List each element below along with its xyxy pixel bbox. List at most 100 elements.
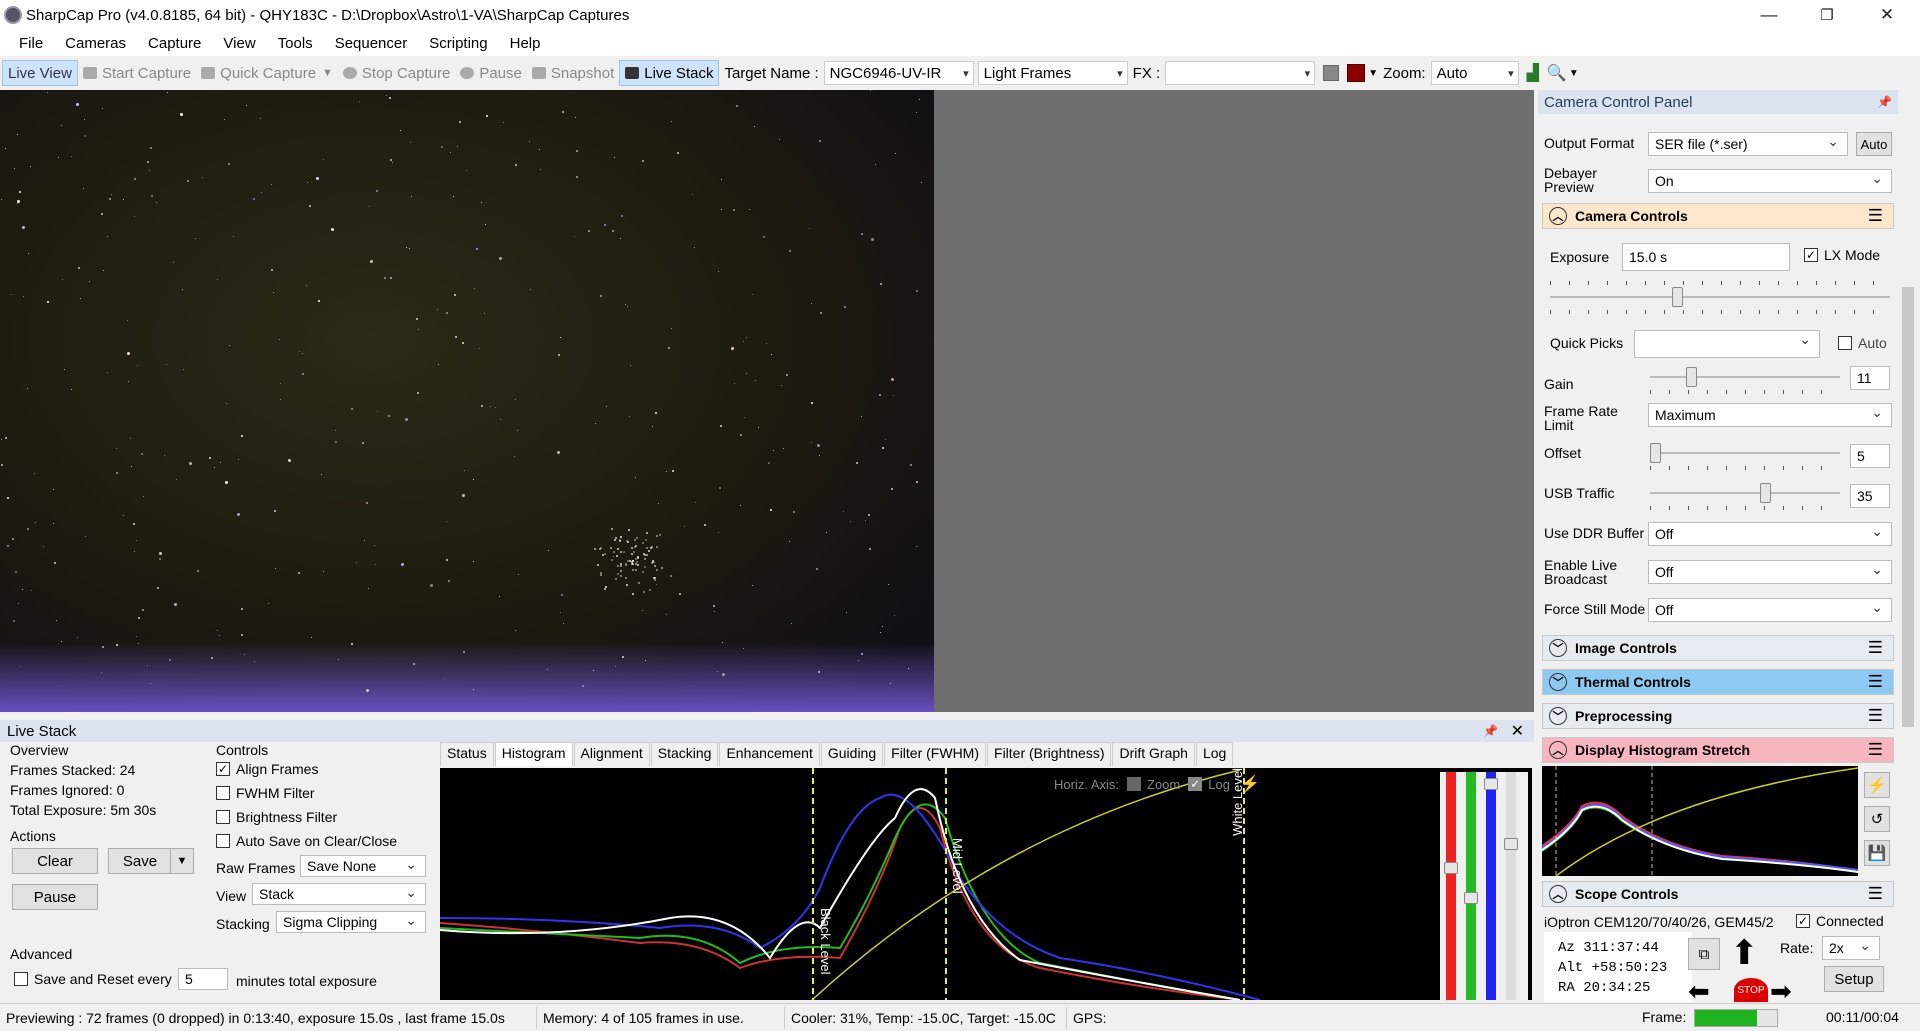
ddr-buffer-select[interactable]: Off [1648,522,1892,546]
live-broadcast-select[interactable]: Off [1648,560,1892,584]
magnifier-icon[interactable]: 🔍 [1547,63,1567,83]
chevron-down-icon[interactable]: ▼ [1368,68,1378,79]
pin-icon[interactable]: 📌 [1483,724,1498,738]
preprocessing-header[interactable]: ﹀ Preprocessing ☰ [1542,703,1894,729]
live-stack-button[interactable]: Live Stack [619,60,720,86]
scope-controls-header[interactable]: ︿ Scope Controls ☰ [1542,881,1894,907]
connected-checkbox[interactable]: ✓ [1796,914,1810,928]
grey-square-icon[interactable] [1323,65,1340,81]
exposure-input[interactable]: 15.0 s [1622,243,1790,271]
red-x-icon[interactable] [1347,64,1366,82]
tab-enhancement[interactable]: Enhancement [719,742,820,766]
menu-sequencer[interactable]: Sequencer [324,35,419,52]
force-still-select[interactable]: Off [1648,598,1892,622]
lightning-icon[interactable]: ⚡ [1864,772,1890,798]
lightning-icon[interactable]: ⚡ [1240,774,1260,794]
quick-picks-auto-checkbox[interactable] [1838,336,1852,350]
zoom-select[interactable]: Auto [1430,61,1519,85]
image-controls-header[interactable]: ﹀ Image Controls ☰ [1542,635,1894,661]
rate-select[interactable]: 2x [1822,936,1880,960]
close-button[interactable]: ✕ [1858,0,1916,30]
log-checkbox[interactable]: ✓ [1188,777,1203,791]
red-channel-bar[interactable] [1446,772,1456,1000]
hamburger-menu-icon[interactable]: ☰ [1868,672,1883,692]
auto-save-checkbox[interactable] [216,834,230,848]
hamburger-menu-icon[interactable]: ☰ [1868,206,1883,226]
frame-type-select[interactable]: Light Frames [977,61,1128,85]
red-level-knob[interactable] [1444,862,1458,874]
tab-histogram[interactable]: Histogram [494,742,573,766]
raw-frames-select[interactable]: Save None [300,855,426,877]
save-button[interactable]: Save [108,848,172,874]
panel-scrollbar[interactable] [1898,92,1918,1002]
chevron-down-icon[interactable]: ▼ [322,67,333,79]
blue-level-knob[interactable] [1484,778,1498,790]
tab-drift-graph[interactable]: Drift Graph [1112,742,1195,766]
arrow-up-icon[interactable]: ⬆ [1730,936,1759,970]
menu-view[interactable]: View [212,35,266,52]
pause-button[interactable]: Pause [455,60,527,86]
chevron-down-icon[interactable]: ▼ [1569,68,1579,79]
brightness-filter-checkbox[interactable] [216,810,230,824]
close-icon[interactable]: ✕ [1511,721,1524,741]
reset-icon[interactable]: ↺ [1864,806,1890,832]
scope-home-button[interactable]: ⧉ [1688,938,1720,970]
hamburger-menu-icon[interactable]: ☰ [1868,740,1883,760]
tab-log[interactable]: Log [1195,742,1234,766]
exposure-slider-knob[interactable] [1672,287,1683,307]
scope-setup-button[interactable]: Setup [1824,966,1884,992]
menu-capture[interactable]: Capture [137,35,212,52]
save-reset-checkbox[interactable] [14,972,28,986]
scrollbar-thumb[interactable] [1902,287,1914,727]
zoom-checkbox[interactable] [1127,777,1142,791]
snapshot-button[interactable]: Snapshot [527,60,619,86]
histogram-icon[interactable]: ▟ [1527,63,1539,83]
fx-select[interactable] [1165,61,1316,85]
tab-alignment[interactable]: Alignment [573,742,650,766]
image-preview[interactable] [0,90,934,712]
lx-mode-checkbox[interactable]: ✓ [1804,248,1818,262]
usb-slider-track[interactable] [1650,492,1840,494]
tab-filter-brightness[interactable]: Filter (Brightness) [987,742,1112,766]
blue-channel-bar[interactable] [1486,772,1496,1000]
quick-capture-button[interactable]: Quick Capture ▼ [196,60,338,86]
tab-guiding[interactable]: Guiding [820,742,884,766]
hamburger-menu-icon[interactable]: ☰ [1868,706,1883,726]
minimize-button[interactable]: — [1740,0,1798,30]
debayer-preview-select[interactable]: On [1648,169,1892,193]
luminance-level-knob[interactable] [1504,838,1518,850]
gain-input[interactable]: 11 [1850,366,1890,390]
menu-tools[interactable]: Tools [267,35,324,52]
hamburger-menu-icon[interactable]: ☰ [1868,638,1883,658]
pause-stack-button[interactable]: Pause [12,884,98,910]
view-select[interactable]: Stack [252,883,426,905]
gain-slider-knob[interactable] [1686,367,1697,387]
arrow-right-icon[interactable]: ➡ [1770,978,1792,1004]
exposure-slider-track[interactable] [1550,296,1890,298]
display-histogram-header[interactable]: ︿ Display Histogram Stretch ☰ [1542,737,1894,763]
stop-capture-button[interactable]: Stop Capture [338,60,455,86]
menu-scripting[interactable]: Scripting [418,35,498,52]
target-name-input[interactable]: NGC6946-UV-IR [823,61,974,85]
offset-slider-track[interactable] [1650,452,1840,454]
live-view-button[interactable]: Live View [2,60,78,86]
arrow-left-icon[interactable]: ⬅ [1688,978,1710,1004]
stack-histogram-graph[interactable]: Black Level Mid Level White Level Horiz.… [439,768,1532,1001]
display-histogram-graph[interactable] [1541,766,1859,877]
tab-status[interactable]: Status [440,742,494,766]
tab-filter-fwhm[interactable]: Filter (FWHM) [884,742,987,766]
stacking-select[interactable]: Sigma Clipping [276,911,426,933]
save-dropdown-icon[interactable]: ▼ [170,848,194,874]
save-reset-minutes-input[interactable]: 5 [178,968,228,990]
menu-help[interactable]: Help [499,35,552,52]
menu-cameras[interactable]: Cameras [54,35,137,52]
green-level-knob[interactable] [1464,892,1478,904]
gain-slider-track[interactable] [1650,376,1840,378]
menu-file[interactable]: File [8,35,54,52]
camera-controls-header[interactable]: ︿ Camera Controls ☰ [1542,203,1894,229]
align-frames-checkbox[interactable]: ✓ [216,762,230,776]
thermal-controls-header[interactable]: ﹀ Thermal Controls ☰ [1542,669,1894,695]
start-capture-button[interactable]: Start Capture [78,60,196,86]
usb-traffic-input[interactable]: 35 [1850,484,1890,508]
clear-button[interactable]: Clear [12,848,98,874]
